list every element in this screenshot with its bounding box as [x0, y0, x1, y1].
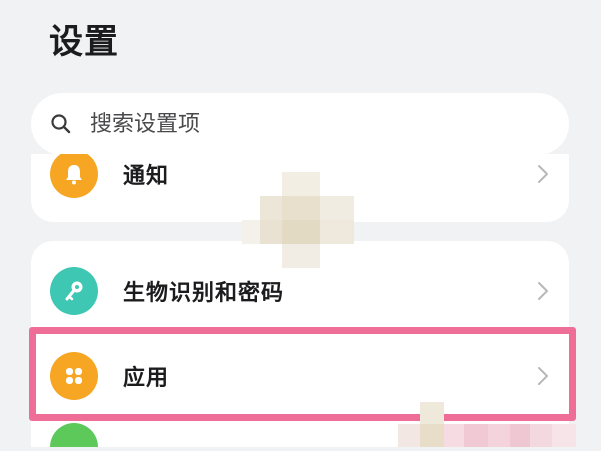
- chevron-right-icon: [536, 280, 550, 302]
- search-icon: [50, 111, 76, 137]
- settings-item-label: 应用: [123, 366, 170, 391]
- bell-icon: [50, 154, 98, 198]
- chevron-right-icon: [536, 365, 550, 387]
- search-bar[interactable]: [31, 93, 569, 155]
- pixelated-watermark: [242, 172, 354, 268]
- apps-grid-icon: [50, 352, 98, 400]
- key-icon: [50, 267, 98, 315]
- pixelated-watermark: [398, 402, 576, 447]
- settings-item-label: 通知: [123, 164, 170, 189]
- chevron-right-icon: [536, 163, 550, 185]
- partial-icon: [50, 423, 98, 447]
- page-title: 设置: [49, 22, 119, 62]
- settings-item-label: 生物识别和密码: [123, 281, 285, 306]
- search-input[interactable]: [88, 110, 532, 138]
